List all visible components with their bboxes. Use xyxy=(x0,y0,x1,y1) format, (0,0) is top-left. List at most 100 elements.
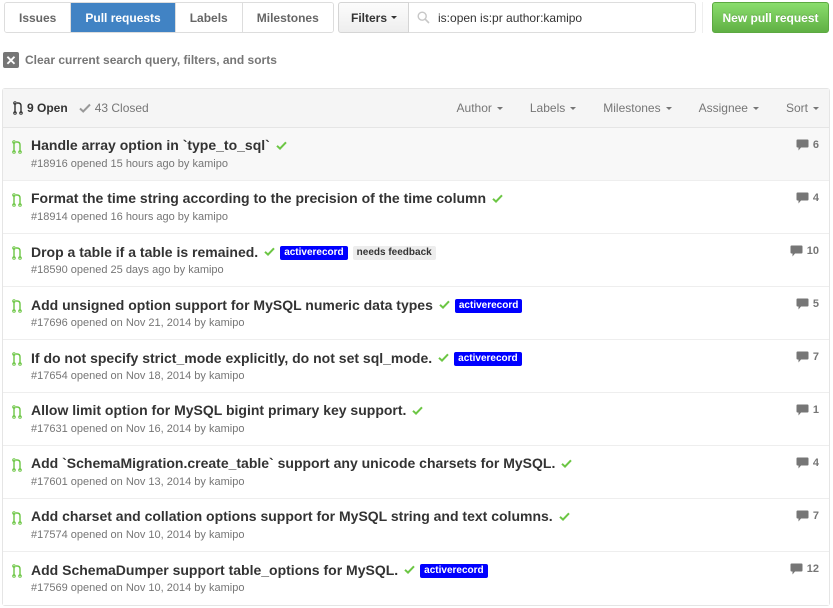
pull-request-title[interactable]: Drop a table if a table is remained. xyxy=(31,244,258,260)
new-pull-request-button[interactable]: New pull request xyxy=(712,2,829,33)
author-link[interactable]: kamipo xyxy=(209,582,244,594)
pull-request-meta: #17601 opened on Nov 13, 2014 by kamipo xyxy=(31,476,244,488)
pull-request-row[interactable]: Format the time string according to the … xyxy=(3,181,829,234)
sort-dropdown[interactable]: Sort xyxy=(786,101,819,115)
labels: activerecord needs feedback xyxy=(275,243,436,260)
author-link[interactable]: kamipo xyxy=(209,529,244,541)
author-link[interactable]: kamipo xyxy=(192,158,227,170)
closed-filter[interactable]: 43 Closed xyxy=(79,101,149,115)
check-status-icon[interactable] xyxy=(492,194,503,203)
pull-request-title[interactable]: Add unsigned option support for MySQL nu… xyxy=(31,297,433,313)
author-link[interactable]: kamipo xyxy=(209,370,244,382)
pull-request-title[interactable]: If do not specify strict_mode explicitly… xyxy=(31,350,432,366)
open-filter[interactable]: 9 Open xyxy=(13,101,68,115)
pull-request-icon xyxy=(12,193,22,207)
tab-labels[interactable]: Labels xyxy=(175,3,243,32)
pull-request-row[interactable]: Add SchemaDumper support table_options f… xyxy=(3,552,829,605)
tab-pull-requests[interactable]: Pull requests xyxy=(71,3,176,32)
pull-request-row[interactable]: Add unsigned option support for MySQL nu… xyxy=(3,287,829,340)
assignee-filter-dropdown[interactable]: Assignee xyxy=(699,101,759,115)
author-link[interactable]: kamipo xyxy=(209,317,244,329)
comments-link[interactable]: 10 xyxy=(790,245,819,257)
title-line: If do not specify strict_mode explicitly… xyxy=(31,349,522,366)
search-field[interactable] xyxy=(409,2,697,33)
pull-request-title[interactable]: Add SchemaDumper support table_options f… xyxy=(31,562,398,578)
check-status-icon[interactable] xyxy=(404,565,415,574)
pull-request-title[interactable]: Add charset and collation options suppor… xyxy=(31,508,553,524)
author-link[interactable]: kamipo xyxy=(192,211,227,223)
title-line: Add unsigned option support for MySQL nu… xyxy=(31,296,523,313)
labels-filter-label: Labels xyxy=(529,101,566,115)
comments-link[interactable]: 5 xyxy=(796,298,819,310)
check-status-icon[interactable] xyxy=(439,300,450,309)
author-filter-dropdown[interactable]: Author xyxy=(457,101,503,115)
pull-request-row[interactable]: Allow limit option for MySQL bigint prim… xyxy=(3,393,829,446)
milestones-filter-dropdown[interactable]: Milestones xyxy=(603,101,672,115)
author-link[interactable]: kamipo xyxy=(209,423,244,435)
caret-down-icon xyxy=(570,107,577,111)
label-activerecord[interactable]: activerecord xyxy=(454,352,522,366)
pull-request-meta: #17631 opened on Nov 16, 2014 by kamipo xyxy=(31,423,244,435)
pull-request-title[interactable]: Handle array option in `type_to_sql` xyxy=(31,137,270,153)
pull-request-icon xyxy=(12,299,22,313)
labels-filter-dropdown[interactable]: Labels xyxy=(529,101,577,115)
tab-milestones[interactable]: Milestones xyxy=(242,3,333,32)
label-activerecord[interactable]: activerecord xyxy=(454,299,523,313)
comments-link[interactable]: 12 xyxy=(790,563,819,575)
pull-request-row[interactable]: Add `SchemaMigration.create_table` suppo… xyxy=(3,446,829,499)
author-link[interactable]: kamipo xyxy=(188,264,223,276)
comments-link[interactable]: 7 xyxy=(796,351,819,363)
comments-link[interactable]: 4 xyxy=(796,192,819,204)
comment-count: 5 xyxy=(812,298,819,310)
pull-request-row[interactable]: If do not specify strict_mode explicitly… xyxy=(3,340,829,393)
comments-link[interactable]: 1 xyxy=(796,404,819,416)
label-activerecord[interactable]: activerecord xyxy=(420,564,488,578)
comment-count: 7 xyxy=(812,510,819,522)
meta-text: #17601 opened on Nov 13, 2014 by xyxy=(31,476,209,488)
meta-text: #17696 opened on Nov 21, 2014 by xyxy=(31,317,209,329)
pull-request-icon xyxy=(12,140,22,154)
filters-search-group: Filters xyxy=(338,2,697,33)
close-icon: ✕ xyxy=(3,52,19,68)
comments-link[interactable]: 4 xyxy=(796,457,819,469)
assignee-filter-label: Assignee xyxy=(698,101,748,115)
label-needs-feedback[interactable]: needs feedback xyxy=(352,246,436,260)
meta-text: #17654 opened on Nov 18, 2014 by xyxy=(31,370,209,382)
pull-request-row[interactable]: Handle array option in `type_to_sql` #18… xyxy=(3,128,829,181)
pull-request-title[interactable]: Format the time string according to the … xyxy=(31,190,486,206)
author-link[interactable]: kamipo xyxy=(209,476,244,488)
toolbar-divider xyxy=(702,2,703,33)
meta-text: #18914 opened 16 hours ago by xyxy=(31,211,193,223)
pull-request-title[interactable]: Add `SchemaMigration.create_table` suppo… xyxy=(31,455,555,471)
comment-icon xyxy=(796,351,809,363)
comment-icon xyxy=(790,563,803,575)
pull-request-title[interactable]: Allow limit option for MySQL bigint prim… xyxy=(31,402,406,418)
search-icon xyxy=(417,11,430,24)
check-status-icon[interactable] xyxy=(412,406,424,415)
sort-label: Sort xyxy=(785,101,808,115)
open-count: 9 Open xyxy=(27,101,68,115)
check-status-icon[interactable] xyxy=(561,459,573,468)
clear-search-link[interactable]: ✕ Clear current search query, filters, a… xyxy=(3,52,277,68)
comments-link[interactable]: 6 xyxy=(796,139,819,151)
tab-issues[interactable]: Issues xyxy=(5,3,72,32)
caret-down-icon xyxy=(752,107,759,111)
search-input[interactable] xyxy=(438,10,679,25)
title-line: Drop a table if a table is remained. act… xyxy=(31,243,436,260)
comments-link[interactable]: 7 xyxy=(796,510,819,522)
meta-text: #17569 opened on Nov 10, 2014 by xyxy=(31,582,209,594)
check-status-icon[interactable] xyxy=(276,141,287,150)
pull-request-icon xyxy=(12,511,22,525)
closed-count: 43 Closed xyxy=(94,101,149,115)
pull-request-row[interactable]: Drop a table if a table is remained. act… xyxy=(3,234,829,287)
label-activerecord[interactable]: activerecord xyxy=(280,246,348,260)
pull-request-row[interactable]: Add charset and collation options suppor… xyxy=(3,499,829,552)
comment-icon xyxy=(790,245,803,257)
check-status-icon[interactable] xyxy=(438,353,449,362)
filters-dropdown-button[interactable]: Filters xyxy=(338,2,410,33)
listing-header: 9 Open 43 Closed Author Labels Milestone… xyxy=(3,89,829,128)
comment-count: 6 xyxy=(812,139,819,151)
check-status-icon[interactable] xyxy=(264,247,275,256)
comment-icon xyxy=(796,457,809,469)
check-status-icon[interactable] xyxy=(558,512,570,521)
